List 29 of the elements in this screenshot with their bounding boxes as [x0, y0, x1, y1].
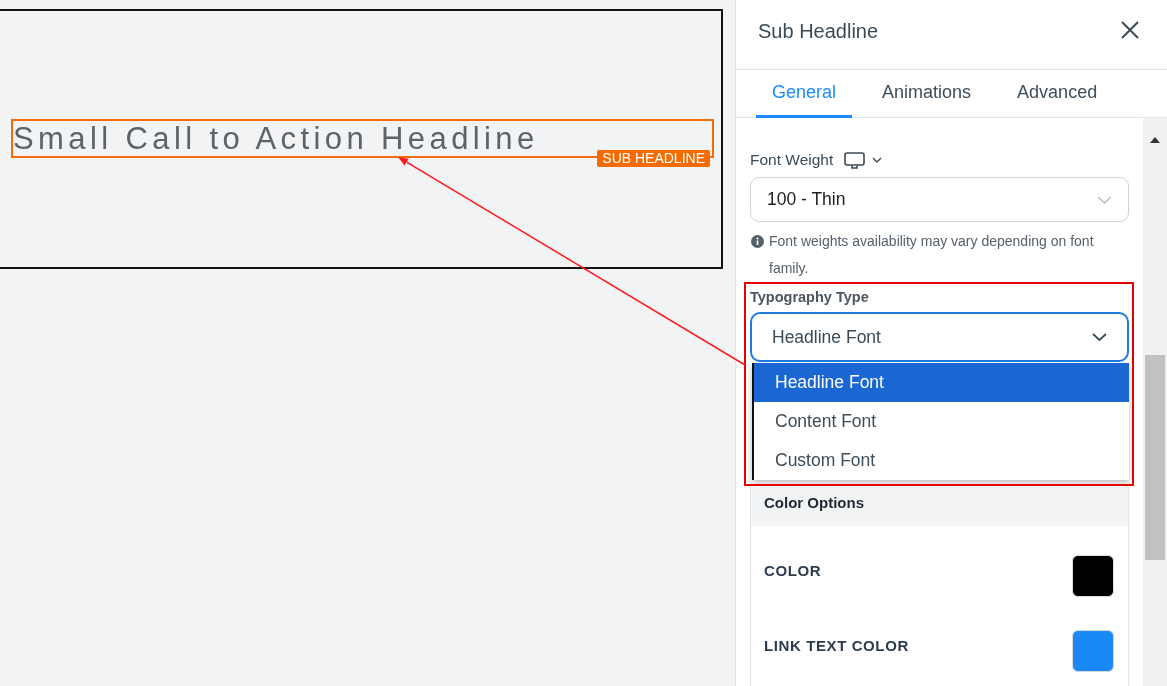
chevron-down-icon	[1097, 195, 1112, 204]
close-icon	[1121, 20, 1139, 39]
select-value: Headline Font	[772, 326, 881, 348]
dropdown-option[interactable]: Headline Font	[754, 363, 1129, 402]
dropdown-option[interactable]: Content Font	[754, 402, 1129, 441]
headline-text: Small Call to Action Headline	[13, 121, 539, 156]
scrollbar-thumb[interactable]	[1145, 355, 1165, 560]
color-label: COLOR	[764, 561, 822, 579]
select-value: 100 - Thin	[767, 189, 846, 210]
color-swatch[interactable]	[1072, 629, 1114, 672]
scroll-up-icon[interactable]	[1150, 137, 1160, 143]
dropdown-option[interactable]: Custom Font	[754, 441, 1129, 480]
close-button[interactable]	[1119, 18, 1141, 41]
color-label: LINK TEXT COLOR	[764, 636, 909, 654]
element-type-badge: SUB HEADLINE	[597, 150, 710, 167]
field-label: Font Weight	[750, 151, 834, 169]
color-swatch[interactable]	[1072, 554, 1114, 597]
help-text: Font weights availability may vary depending on font family.	[769, 232, 1095, 278]
chevron-down-icon	[1092, 333, 1107, 341]
card-title: Color Options	[764, 494, 864, 511]
field-label: Typography Type	[750, 288, 870, 307]
info-icon	[751, 235, 764, 248]
tab[interactable]: Advanced	[1001, 70, 1114, 118]
font-weight-select[interactable]: 100 - Thin	[750, 177, 1129, 222]
desktop-icon[interactable]	[844, 151, 866, 169]
chevron-down-icon[interactable]	[872, 157, 883, 163]
panel-title: Sub Headline	[758, 20, 879, 43]
typography-type-select[interactable]: Headline Font	[750, 312, 1129, 362]
tab[interactable]: Animations	[866, 70, 988, 118]
